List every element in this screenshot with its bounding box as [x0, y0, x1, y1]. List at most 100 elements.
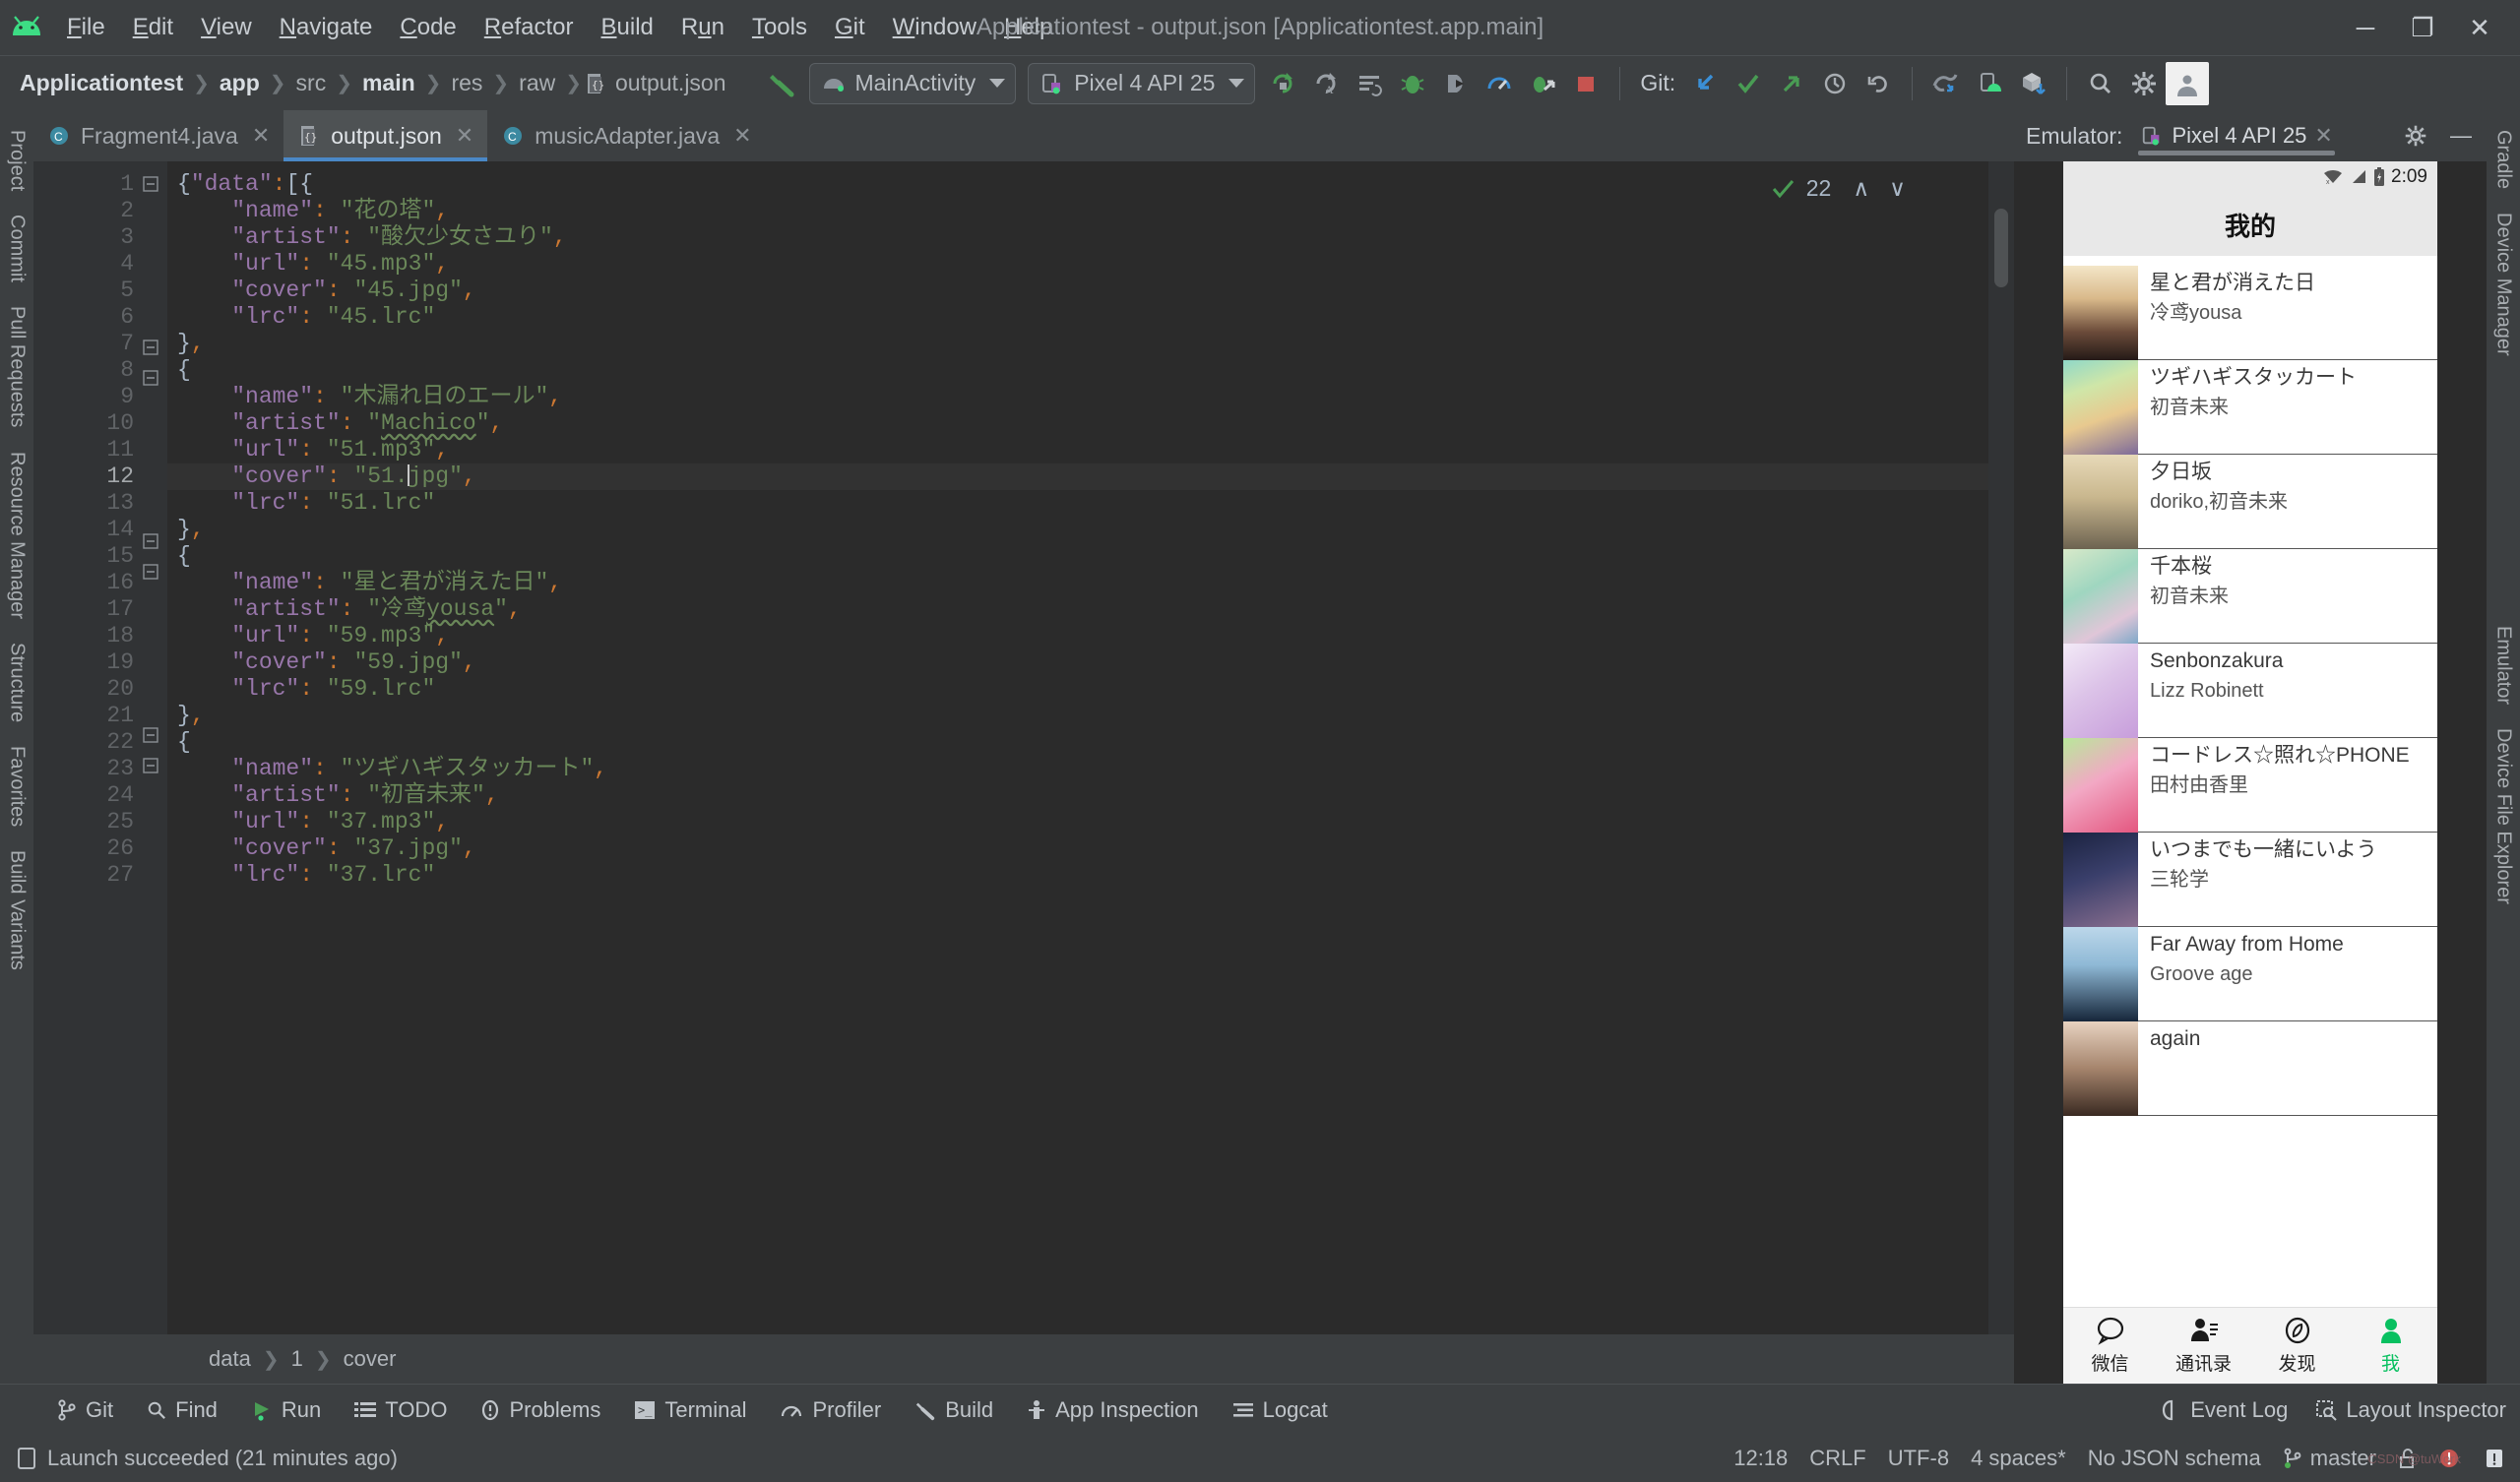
scrollbar-thumb[interactable] — [1994, 209, 2008, 287]
bottom-tool-app-inspection[interactable]: App Inspection — [1013, 1397, 1213, 1423]
code-line[interactable]: }, — [167, 703, 2014, 729]
code-editor[interactable]: 1 2 3 4 5 6 7 8 9 10 11 12 13 14 15 16 17 18 19 20 21 22 23 24 2… — [33, 161, 2014, 1334]
close-icon[interactable]: ✕ — [2314, 123, 2332, 149]
code-line[interactable]: "name": "木漏れ日のエール", — [167, 384, 2014, 410]
code-line[interactable]: "artist": "初音未来", — [167, 782, 2014, 809]
emulator-screen-area[interactable]: x 2:09 我的 星と君が消えた日 冷鸢yousa ツギハギスタッカート 初音未来夕… — [2014, 161, 2487, 1384]
fold-toggle[interactable] — [142, 532, 167, 559]
menu-build[interactable]: Build — [588, 8, 667, 47]
breadcrumb-main[interactable]: main — [354, 70, 423, 96]
list-item[interactable]: Far Away from Home Groove age — [2063, 927, 2437, 1021]
tab-output-json[interactable]: {} output.json ✕ — [284, 110, 488, 161]
sidebar-item-favorites[interactable]: Favorites — [2, 734, 32, 838]
debug-icon[interactable] — [1391, 62, 1434, 105]
profiler-icon[interactable] — [1478, 62, 1521, 105]
history-icon[interactable] — [1813, 62, 1857, 105]
code-line[interactable]: "artist": "酸欠少女さユり", — [167, 224, 2014, 251]
phone-screen[interactable]: x 2:09 我的 星と君が消えた日 冷鸢yousa ツギハギスタッカート 初音未来夕… — [2063, 161, 2437, 1384]
editor-scrollbar[interactable] — [1988, 161, 2014, 1334]
rerun-icon[interactable] — [1261, 62, 1304, 105]
list-item[interactable]: いつまでも一緒にいよう 三轮学 — [2063, 833, 2437, 927]
breadcrumb-raw[interactable]: raw — [511, 70, 563, 96]
menu-run[interactable]: Run — [667, 8, 738, 47]
nav-item-wechat[interactable]: 微信 — [2063, 1308, 2157, 1384]
emulator-device-tab[interactable]: Pixel 4 API 25 ✕ — [2132, 110, 2340, 161]
code-line[interactable]: "cover": "45.jpg", — [167, 278, 2014, 304]
sidebar-item-emulator[interactable]: Emulator — [2488, 614, 2519, 716]
device-selector[interactable]: Pixel 4 API 25 — [1028, 62, 1256, 104]
sidebar-item-resource-manager[interactable]: Resource Manager — [2, 440, 32, 631]
menu-tools[interactable]: Tools — [738, 8, 821, 47]
code-line[interactable]: "cover": "51.jpg", — [167, 463, 2014, 490]
run-with-coverage-icon[interactable] — [1434, 62, 1478, 105]
menu-code[interactable]: Code — [386, 8, 470, 47]
list-item[interactable]: 千本桜 初音未来 — [2063, 549, 2437, 644]
list-item[interactable]: ツギハギスタッカート 初音未来 — [2063, 360, 2437, 455]
bottom-tool-profiler[interactable]: Profiler — [767, 1397, 896, 1423]
bottom-tool-find[interactable]: Find — [133, 1397, 231, 1423]
minimize-button[interactable]: ─ — [2337, 3, 2394, 52]
fold-toggle[interactable] — [142, 339, 167, 365]
sidebar-item-device-manager[interactable]: Device Manager — [2488, 201, 2519, 368]
code-line[interactable]: "cover": "37.jpg", — [167, 835, 2014, 862]
close-button[interactable]: ✕ — [2451, 3, 2508, 52]
code-line[interactable]: }, — [167, 517, 2014, 543]
bottom-tool-git[interactable]: Git — [43, 1397, 127, 1423]
sidebar-item-build-variants[interactable]: Build Variants — [2, 838, 32, 982]
code-line[interactable]: "lrc": "37.lrc" — [167, 862, 2014, 889]
settings-gear-icon[interactable] — [2122, 62, 2166, 105]
sidebar-item-project[interactable]: Project — [2, 118, 32, 203]
menu-file[interactable]: File — [53, 8, 119, 47]
nav-item-me[interactable]: 我 — [2344, 1308, 2437, 1384]
info-notification-icon[interactable] — [2483, 1447, 2506, 1470]
song-list[interactable]: 星と君が消えた日 冷鸢yousa ツギハギスタッカート 初音未来 夕日坂 doriko,初… — [2063, 256, 2437, 1307]
bottom-tool-terminal[interactable]: >_ Terminal — [620, 1397, 760, 1423]
code-line[interactable]: "lrc": "51.lrc" — [167, 490, 2014, 517]
update-project-icon[interactable] — [1683, 62, 1727, 105]
bottom-tool-problems[interactable]: Problems — [467, 1397, 614, 1423]
indent-setting[interactable]: 4 spaces* — [1971, 1446, 2066, 1471]
breadcrumb-res[interactable]: res — [443, 70, 490, 96]
stop-button[interactable] — [1564, 62, 1607, 105]
menu-edit[interactable]: Edit — [119, 8, 187, 47]
code-line[interactable]: "url": "37.mp3", — [167, 809, 2014, 835]
close-icon[interactable]: ✕ — [252, 123, 270, 149]
sidebar-item-device-file-explorer[interactable]: Device File Explorer — [2488, 716, 2519, 916]
json-schema-status[interactable]: No JSON schema — [2088, 1446, 2261, 1471]
list-item[interactable]: again — [2063, 1021, 2437, 1116]
sidebar-item-gradle[interactable]: Gradle — [2488, 118, 2519, 201]
sidebar-item-pull-requests[interactable]: Pull Requests — [2, 294, 32, 439]
bottom-tool-event-log[interactable]: Event Log — [2148, 1397, 2301, 1423]
gear-icon[interactable] — [2398, 118, 2433, 154]
code-line[interactable]: "url": "51.mp3", — [167, 437, 2014, 463]
list-item[interactable]: Senbonzakura Lizz Robinett — [2063, 644, 2437, 738]
menu-window[interactable]: Window — [879, 8, 990, 47]
apply-changes-icon[interactable] — [1348, 62, 1391, 105]
close-icon[interactable]: ✕ — [456, 123, 473, 149]
menu-navigate[interactable]: Navigate — [266, 8, 387, 47]
bottom-tool-logcat[interactable]: Logcat — [1219, 1397, 1342, 1423]
attach-debugger-icon[interactable] — [1521, 62, 1564, 105]
inspection-next-button[interactable]: ∨ — [1879, 175, 1906, 202]
code-line[interactable]: { — [167, 357, 2014, 384]
search-everywhere-icon[interactable] — [2079, 62, 2122, 105]
minimize-icon[interactable]: — — [2443, 118, 2479, 154]
fold-toggle[interactable] — [142, 369, 167, 396]
run-configuration-selector[interactable]: MainActivity — [808, 62, 1017, 104]
menu-help[interactable]: Help — [990, 8, 1066, 47]
tab-musicadapter-java[interactable]: C musicAdapter.java ✕ — [487, 110, 765, 161]
sidebar-item-structure[interactable]: Structure — [2, 631, 32, 734]
sidebar-item-commit[interactable]: Commit — [2, 203, 32, 294]
code-line[interactable]: "url": "45.mp3", — [167, 251, 2014, 278]
list-item[interactable]: コードレス☆照れ☆PHONE 田村由香里 — [2063, 738, 2437, 833]
bottom-tool-layout-inspector[interactable]: Layout Inspector — [2301, 1397, 2520, 1423]
menu-view[interactable]: View — [187, 8, 266, 47]
nav-item-contacts[interactable]: 通讯录 — [2157, 1308, 2250, 1384]
inspection-prev-button[interactable]: ∧ — [1841, 175, 1869, 202]
code-line[interactable]: { — [167, 543, 2014, 570]
code-content[interactable]: {"data":[{ "name": "花の塔", "artist": "酸欠少… — [167, 161, 2014, 1334]
breadcrumb-app[interactable]: app — [212, 70, 268, 96]
breadcrumb-src[interactable]: src — [288, 70, 335, 96]
code-line[interactable]: "artist": "冷鸢yousa", — [167, 596, 2014, 623]
code-line[interactable]: "name": "花の塔", — [167, 198, 2014, 224]
